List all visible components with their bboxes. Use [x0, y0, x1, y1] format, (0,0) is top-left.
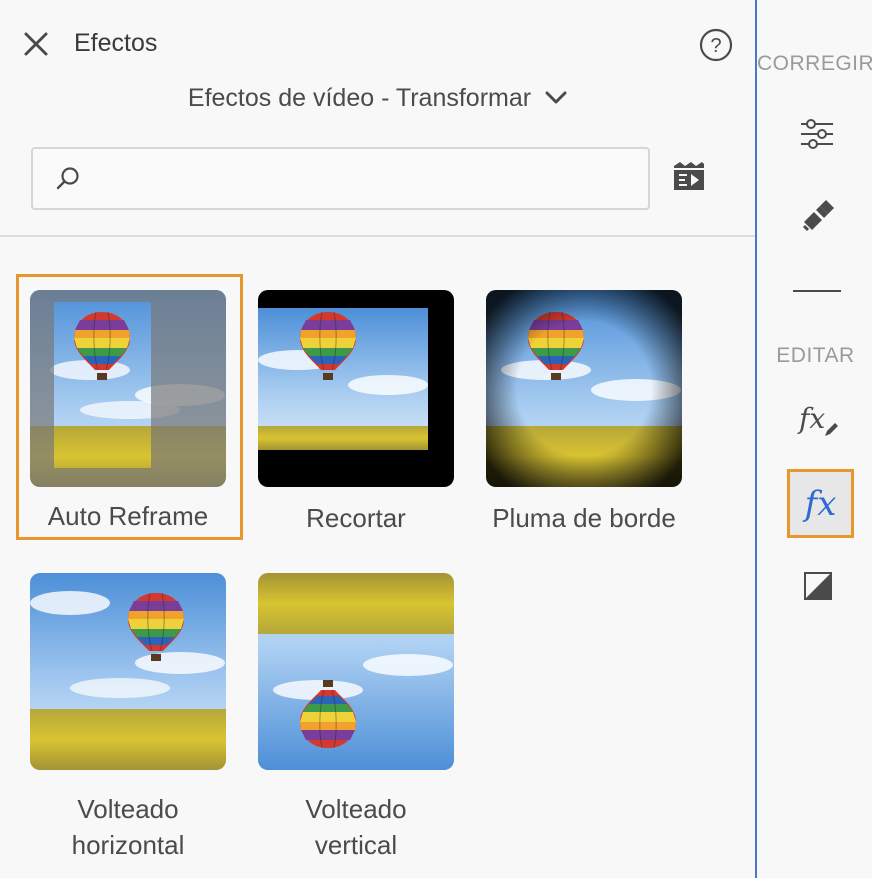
fx-icon[interactable]: fx: [787, 469, 854, 538]
search-icon: [56, 167, 79, 190]
recortar-thumbnail: [258, 290, 454, 487]
effect-label-line2: horizontal: [71, 830, 185, 860]
header-divider: [0, 235, 755, 237]
help-icon[interactable]: ?: [699, 28, 733, 62]
sliders-icon[interactable]: [799, 118, 835, 150]
fx-edit-label: fx: [799, 402, 826, 435]
apply-to-clip-icon[interactable]: [670, 160, 708, 194]
contrast-icon[interactable]: [804, 572, 832, 600]
search-input[interactable]: [97, 159, 637, 199]
close-icon[interactable]: [22, 30, 50, 58]
rail-heading-corregir: CORREGIR: [757, 52, 872, 75]
effect-volteado-vertical[interactable]: Volteado vertical: [258, 573, 454, 863]
pluma-de-borde-thumbnail: [486, 290, 682, 487]
category-label: Efectos de vídeo - Transformar: [187, 83, 532, 112]
fx-active-label: fx: [804, 483, 837, 524]
panel-title: Efectos: [74, 29, 158, 57]
volteado-horizontal-thumbnail: [30, 573, 226, 770]
effect-volteado-horizontal[interactable]: Volteado horizontal: [30, 573, 226, 863]
pencil-icon: [825, 423, 838, 436]
svg-text:?: ?: [710, 35, 721, 57]
rail-heading-editar: EDITAR: [776, 344, 855, 367]
auto-reframe-thumbnail: [30, 290, 226, 487]
healing-icon[interactable]: [800, 198, 836, 234]
fx-edit-icon[interactable]: fx: [799, 402, 839, 442]
effect-label-line1: Volteado: [305, 794, 407, 824]
effect-auto-reframe[interactable]: Auto Reframe: [30, 290, 226, 531]
right-tool-rail: CORREGIR EDITAR fx fx: [755, 0, 872, 878]
category-dropdown[interactable]: Efectos de vídeo - Transformar: [0, 78, 755, 118]
effect-label: Recortar: [306, 503, 406, 533]
search-field[interactable]: [31, 147, 650, 210]
effect-pluma-de-borde[interactable]: Pluma de borde: [486, 290, 682, 533]
effect-recortar[interactable]: Recortar: [258, 290, 454, 533]
volteado-vertical-thumbnail: [258, 573, 454, 770]
rail-separator: [793, 290, 841, 292]
effect-label-line1: Volteado: [77, 794, 179, 824]
effect-label: Auto Reframe: [47, 501, 209, 531]
effects-panel: Efectos ? Efectos de vídeo - Transformar: [0, 0, 755, 878]
effect-label: Pluma de borde: [492, 503, 676, 533]
chevron-down-icon: [545, 91, 567, 104]
effect-label-line2: vertical: [314, 830, 398, 860]
